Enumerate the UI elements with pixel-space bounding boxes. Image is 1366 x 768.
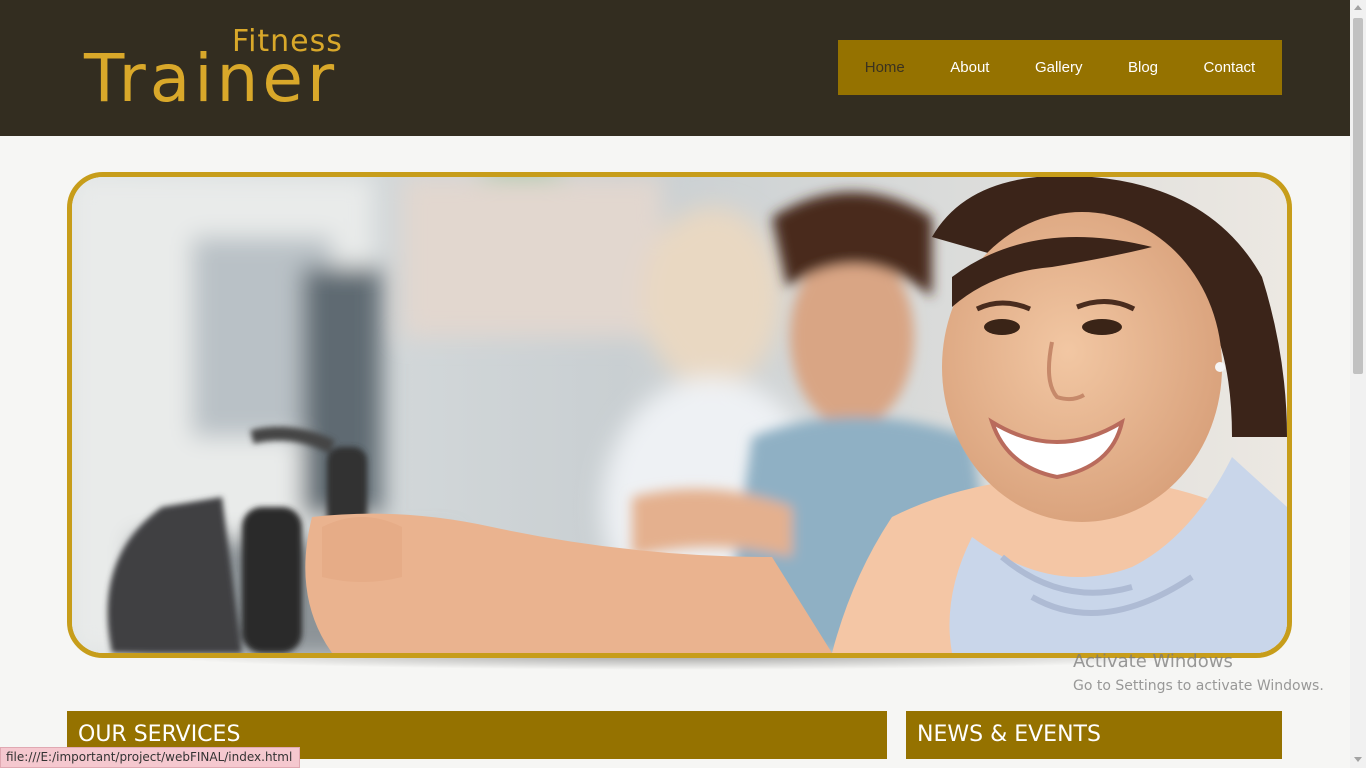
nav-home[interactable]: Home xyxy=(857,53,913,82)
watermark-subtitle: Go to Settings to activate Windows. xyxy=(1073,678,1324,694)
vertical-scrollbar[interactable] xyxy=(1350,0,1366,768)
watermark-title: Activate Windows xyxy=(1073,651,1233,672)
main-nav: Home About Gallery Blog Contact xyxy=(838,40,1282,95)
hero-banner-image xyxy=(67,172,1292,658)
scroll-down-arrow-icon[interactable] xyxy=(1354,757,1362,762)
site-header: Fitness Trainer Home About Gallery Blog … xyxy=(0,0,1350,136)
news-events-heading: NEWS & EVENTS xyxy=(906,711,1282,759)
browser-status-url: file:///E:/important/project/webFINAL/in… xyxy=(0,747,301,768)
nav-gallery[interactable]: Gallery xyxy=(1027,53,1091,82)
hero-photo-illustration xyxy=(72,177,1287,653)
site-logo[interactable]: Fitness Trainer xyxy=(84,24,344,114)
nav-contact[interactable]: Contact xyxy=(1196,53,1264,82)
logo-big-text: Trainer xyxy=(84,40,339,117)
scrollbar-thumb[interactable] xyxy=(1353,18,1363,374)
nav-blog[interactable]: Blog xyxy=(1120,53,1166,82)
nav-about[interactable]: About xyxy=(942,53,997,82)
scroll-up-arrow-icon[interactable] xyxy=(1354,5,1362,10)
activate-windows-watermark: Activate Windows Go to Settings to activ… xyxy=(1073,651,1324,697)
